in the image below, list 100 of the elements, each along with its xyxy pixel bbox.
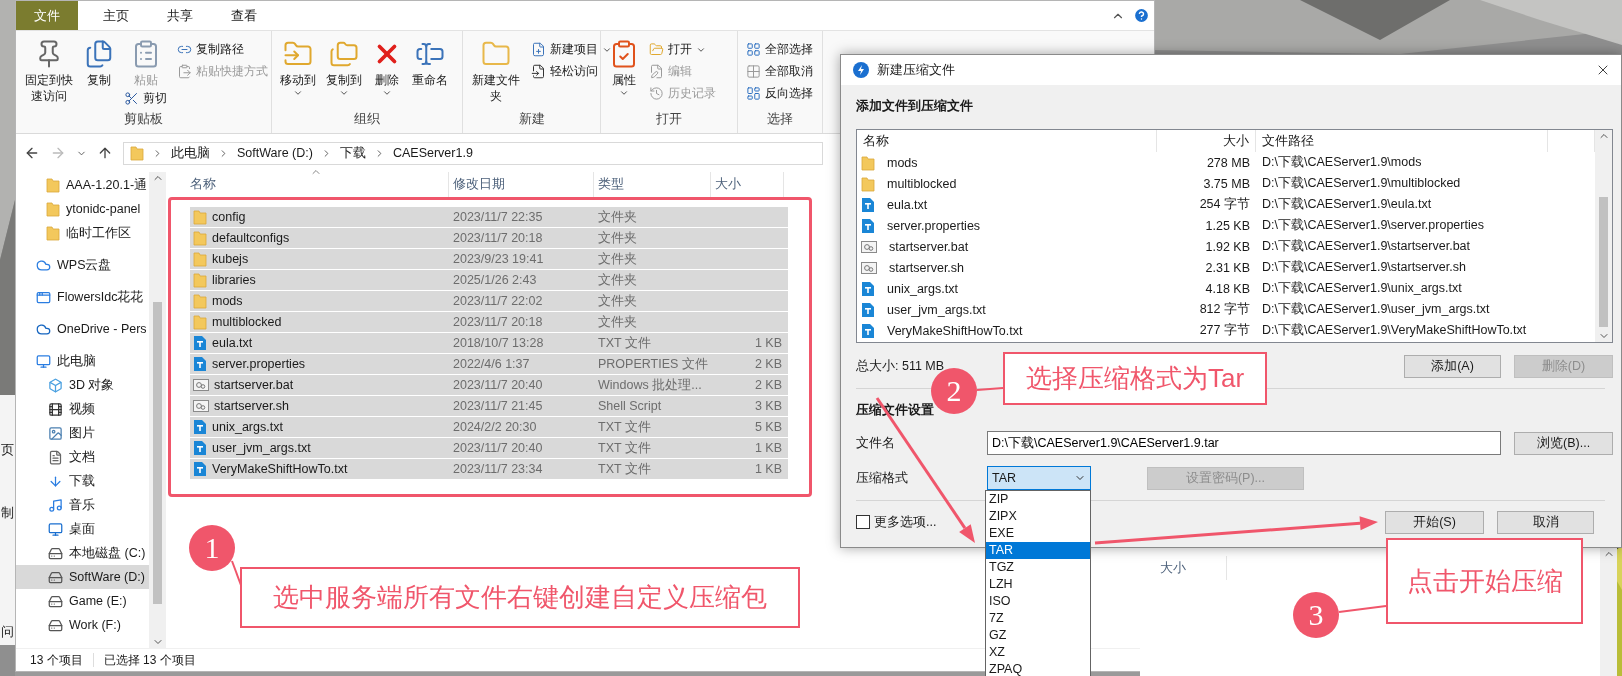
file-path: D:\下载\CAEServer1.9\startserver.sh — [1261, 259, 1467, 276]
folder-icon — [130, 145, 144, 161]
file-size: 1.25 KB — [1204, 218, 1251, 233]
folder-icon — [193, 209, 207, 225]
nav-item[interactable]: 音乐 — [16, 493, 149, 517]
section-heading: 添加文件到压缩文件 — [856, 98, 974, 115]
file-date: 2023/11/7 20:40 — [453, 378, 544, 392]
document-icon — [861, 322, 875, 339]
nav-item[interactable]: 视频 — [16, 397, 149, 421]
clipboard-icon — [177, 64, 193, 79]
text-fragment: 制 — [1, 505, 14, 521]
file-row[interactable]: VeryMakeShiftHowTo.txt 2023/11/7 23:34 TXT 文件 1 KB — [190, 459, 788, 480]
nav-item[interactable]: 此电脑 — [16, 349, 149, 373]
nav-item[interactable]: Work (F:) — [16, 613, 149, 637]
ribbon-button[interactable]: 反向选择 — [744, 83, 815, 104]
nav-item[interactable]: 图片 — [16, 421, 149, 445]
filename-field[interactable]: D:\下载\CAEServer1.9\CAEServer1.9.tar — [987, 431, 1502, 455]
ribbon-button[interactable]: 复制路径 — [175, 39, 271, 60]
forward-icon[interactable] — [50, 145, 66, 161]
ribbon-button[interactable]: 移动到 — [278, 37, 318, 98]
nav-item[interactable]: 下载 — [16, 469, 149, 493]
file-row[interactable]: unix_args.txt 2024/2/2 20:30 TXT 文件 5 KB — [190, 417, 788, 438]
grid-icon — [746, 42, 761, 57]
dialog-button[interactable]: 添加(A) — [1404, 354, 1501, 378]
file-row[interactable]: mods 2023/11/7 22:02 文件夹 — [190, 291, 788, 312]
nav-item[interactable]: Game (E:) — [16, 589, 149, 613]
column-header[interactable]: 名称 — [857, 130, 1157, 152]
desktop-icon — [48, 521, 63, 537]
format-select[interactable]: TAR — [987, 466, 1091, 490]
column-header[interactable]: 大小 — [1157, 130, 1256, 152]
file-row[interactable]: config 2023/11/7 22:35 文件夹 — [190, 207, 788, 228]
file-row[interactable]: multiblocked 2023/11/7 20:18 文件夹 — [190, 312, 788, 333]
file-name: server.properties — [886, 218, 982, 233]
file-name: startserver.bat — [214, 378, 294, 392]
dialog-button[interactable]: 开始(S) — [1385, 510, 1484, 534]
column-header[interactable]: 类型 — [594, 172, 711, 197]
folder-icon — [193, 251, 207, 267]
scissors-icon — [124, 91, 140, 106]
file-row[interactable]: eula.txt 2018/10/7 13:28 TXT 文件 1 KB — [190, 333, 788, 354]
up-icon[interactable] — [97, 145, 113, 161]
scrollbar-thumb[interactable] — [1599, 197, 1608, 327]
browse-button[interactable]: 浏览(B)... — [1514, 431, 1613, 455]
nav-item[interactable]: OneDrive - Pers — [16, 317, 149, 341]
nav-item[interactable]: WPS云盘 — [16, 253, 149, 277]
nav-item[interactable]: ytonidc-panel — [16, 197, 149, 221]
file-row[interactable]: libraries 2025/1/26 2:43 文件夹 — [190, 270, 788, 291]
back-icon[interactable] — [24, 145, 40, 161]
ribbon-button[interactable]: 删除 — [370, 37, 404, 98]
file-row[interactable]: startserver.sh 2023/11/7 21:45 Shell Script 3 KB — [190, 396, 788, 417]
file-row[interactable]: kubejs 2023/9/23 19:41 文件夹 — [190, 249, 788, 270]
file-name: VeryMakeShiftHowTo.txt — [212, 462, 348, 476]
ribbon-button[interactable]: 全部选择 — [744, 39, 815, 60]
ribbon-tab[interactable]: 查看 — [214, 1, 274, 30]
file-type: PROPERTIES 文件 — [598, 355, 709, 373]
ribbon-button[interactable]: 新建文件夹 — [469, 37, 524, 104]
file-type: TXT 文件 — [598, 460, 652, 478]
ribbon-button[interactable]: 全部取消 — [744, 61, 815, 82]
file-type: Shell Script — [598, 399, 663, 413]
file-row[interactable]: startserver.bat 2023/11/7 20:40 Windows 批处理... 2 KB — [190, 375, 788, 396]
app-icon — [36, 289, 51, 305]
file-row[interactable]: server.properties 2022/4/6 1:37 PROPERTIES 文件 2 KB — [190, 354, 788, 375]
file-size: 1 KB — [753, 336, 783, 350]
nav-item[interactable]: FlowersIdc花花 — [16, 285, 149, 309]
file-row[interactable]: user_jvm_args.txt 2023/11/7 20:40 TXT 文件 1 KB — [190, 438, 788, 459]
file-size: 2.31 KB — [1204, 260, 1251, 275]
column-header[interactable]: 文件路径 — [1256, 130, 1548, 152]
image-icon — [48, 425, 63, 441]
group-label: 组织 — [353, 111, 381, 128]
file-name: startserver.sh — [888, 260, 966, 275]
nav-item[interactable]: 3D 对象 — [16, 373, 149, 397]
nav-item[interactable]: 文档 — [16, 445, 149, 469]
more-options-checkbox[interactable]: 更多选项... — [856, 513, 937, 531]
column-header[interactable]: 大小 — [711, 172, 784, 197]
ribbon-button[interactable]: 复制到 — [324, 37, 364, 98]
ribbon-button[interactable]: 重命名 — [410, 37, 450, 88]
column-header[interactable]: 名称 — [186, 172, 449, 197]
nav-item[interactable]: 桌面 — [16, 517, 149, 541]
nav-item[interactable]: SoftWare (D:) — [16, 565, 149, 589]
document-icon — [48, 449, 63, 465]
file-row[interactable]: defaultconfigs 2023/11/7 20:18 文件夹 — [190, 228, 788, 249]
ribbon-tab[interactable]: 共享 — [150, 1, 210, 30]
dialog-button[interactable]: 取消 — [1497, 510, 1594, 534]
help-icon[interactable] — [1133, 7, 1150, 24]
ribbon-button[interactable]: 复制 — [82, 37, 117, 88]
ribbon-tab[interactable]: 主页 — [86, 1, 146, 30]
column-header[interactable]: 大小 — [1160, 556, 1227, 580]
address-bar[interactable]: 此电脑 SoftWare (D:) 下载 CAEServer1.9 — [123, 141, 823, 165]
file-path: D:\下载\CAEServer1.9\startserver.bat — [1261, 238, 1471, 255]
dropdown-option[interactable]: TAR — [986, 542, 1090, 559]
ribbon-button[interactable]: 打开 — [647, 39, 718, 60]
nav-item[interactable]: AAA-1.20.1-通 — [16, 173, 149, 197]
nav-item[interactable]: 临时工作区 — [16, 221, 149, 245]
document-icon — [193, 335, 207, 351]
file-size: 1.92 KB — [1204, 239, 1251, 254]
nav-item[interactable]: 本地磁盘 (C:) — [16, 541, 149, 565]
cube-icon — [48, 377, 63, 393]
ribbon-button[interactable]: 固定到快速访问 — [22, 37, 77, 104]
column-header[interactable]: 修改日期 — [449, 172, 594, 197]
callout-label: 选中服务端所有文件右键创建自定义压缩包 — [240, 567, 800, 628]
scrollbar-thumb[interactable] — [153, 302, 162, 604]
